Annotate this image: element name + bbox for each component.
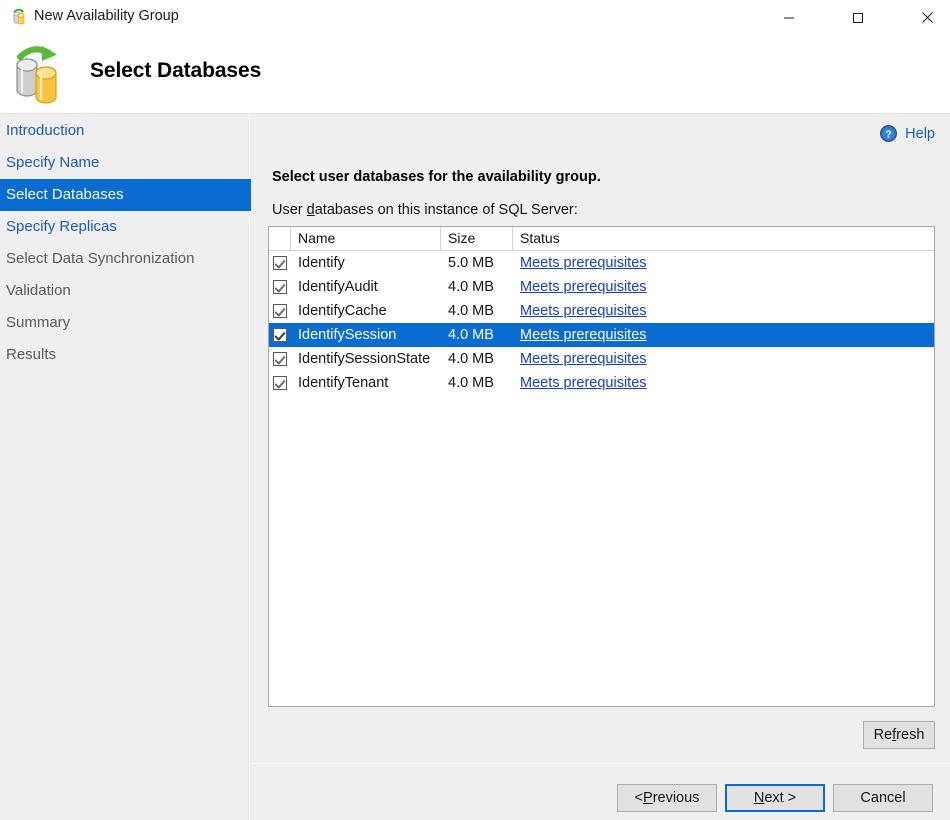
wizard-footer: < Previous Next > Cancel [251, 763, 950, 820]
status-link[interactable]: Meets prerequisites [520, 279, 647, 295]
status-link[interactable]: Meets prerequisites [520, 351, 647, 367]
instruction-heading: Select user databases for the availabili… [272, 169, 601, 185]
list-label-after: atabases on this instance of SQL Server: [314, 202, 578, 218]
row-checkbox-cell[interactable] [269, 280, 291, 294]
minimize-icon [784, 17, 794, 18]
row-checkbox-cell[interactable] [269, 256, 291, 270]
list-label-accesskey: d [306, 202, 315, 218]
database-size: 4.0 MB [448, 327, 494, 343]
list-label-before: User [272, 202, 307, 218]
svg-text:?: ? [886, 129, 892, 140]
database-size: 4.0 MB [448, 279, 494, 295]
database-checkbox[interactable] [273, 304, 287, 318]
database-size: 4.0 MB [448, 303, 494, 319]
close-icon [921, 12, 933, 23]
help-label: Help [905, 125, 935, 142]
database-checkbox[interactable] [273, 352, 287, 366]
database-checkbox[interactable] [273, 376, 287, 390]
database-checkbox[interactable] [273, 280, 287, 294]
content-panel: ? Help Select user databases for the ava… [251, 115, 950, 763]
page-banner: Select Databases [0, 35, 950, 114]
databases-listbox[interactable]: Name Size Status Identify 5.0 MB Meets p… [268, 226, 935, 707]
column-header-size[interactable]: Size [441, 227, 513, 250]
column-header-name[interactable]: Name [291, 227, 441, 250]
cancel-label: Cancel [860, 790, 906, 806]
sidebar-item-select-data-synchronization: Select Data Synchronization [6, 250, 195, 267]
wizard-window: New Availability Group Select Databases … [0, 0, 950, 820]
table-row[interactable]: IdentifyTenant 4.0 MB Meets prerequisite… [269, 371, 934, 395]
database-name: IdentifyCache [298, 303, 387, 319]
database-checkbox[interactable] [273, 328, 287, 342]
previous-accesskey: P [643, 790, 653, 806]
sidebar-item-results: Results [6, 346, 57, 363]
table-header-row: Name Size Status [269, 227, 934, 251]
column-header-status[interactable]: Status [513, 227, 934, 250]
previous-label-before: < [634, 790, 644, 806]
database-status-cell: Meets prerequisites [513, 279, 934, 295]
database-size: 5.0 MB [448, 255, 494, 271]
table-row[interactable]: IdentifySessionState 4.0 MB Meets prereq… [269, 347, 934, 371]
database-status-cell: Meets prerequisites [513, 255, 934, 271]
database-name: Identify [298, 255, 345, 271]
database-status-cell: Meets prerequisites [513, 375, 934, 391]
next-button[interactable]: Next > [725, 784, 825, 812]
table-row[interactable]: IdentifyAudit 4.0 MB Meets prerequisites [269, 275, 934, 299]
status-link[interactable]: Meets prerequisites [520, 303, 647, 319]
title-bar: New Availability Group [0, 0, 950, 35]
status-link[interactable]: Meets prerequisites [520, 375, 647, 391]
page-title: Select Databases [90, 59, 262, 82]
database-status-cell: Meets prerequisites [513, 303, 934, 319]
database-status-cell: Meets prerequisites [513, 327, 934, 343]
row-checkbox-cell[interactable] [269, 352, 291, 366]
table-row-selected[interactable]: IdentifySession 4.0 MB Meets prerequisit… [269, 323, 934, 347]
help-circle-icon: ? [880, 125, 898, 142]
refresh-label-before: Re [873, 727, 893, 743]
status-link[interactable]: Meets prerequisites [520, 327, 647, 343]
table-row[interactable]: IdentifyCache 4.0 MB Meets prerequisites [269, 299, 934, 323]
wizard-steps-sidebar: Introduction Specify Name Select Databas… [0, 115, 255, 820]
previous-label-after: revious [652, 790, 700, 806]
maximize-icon [853, 12, 863, 23]
sidebar-item-validation: Validation [6, 282, 71, 299]
sidebar-item-select-databases[interactable]: Select Databases [0, 179, 255, 211]
help-link[interactable]: ? Help [880, 125, 935, 142]
sidebar-item-introduction[interactable]: Introduction [0, 115, 249, 147]
table-row[interactable]: Identify 5.0 MB Meets prerequisites [269, 251, 934, 275]
next-label-after: ext > [764, 790, 797, 806]
database-name: IdentifySession [298, 327, 397, 343]
database-checkbox[interactable] [273, 256, 287, 270]
database-replication-icon [8, 45, 76, 107]
previous-button[interactable]: < Previous [617, 784, 717, 812]
database-size: 4.0 MB [448, 375, 494, 391]
sidebar-item-summary: Summary [6, 314, 71, 331]
sidebar-item-specify-name[interactable]: Specify Name [0, 147, 249, 179]
sidebar-item-specify-replicas[interactable]: Specify Replicas [0, 211, 249, 243]
database-status-cell: Meets prerequisites [513, 351, 934, 367]
maximize-button[interactable] [835, 0, 881, 35]
close-button[interactable] [904, 0, 950, 35]
database-name: IdentifyTenant [298, 375, 389, 391]
refresh-button[interactable]: Re f resh [863, 721, 935, 749]
row-checkbox-cell[interactable] [269, 328, 291, 342]
column-header-checkbox[interactable] [269, 227, 291, 250]
next-accesskey: N [753, 790, 765, 806]
database-name: IdentifySessionState [298, 351, 431, 367]
window-title: New Availability Group [34, 8, 179, 24]
database-name: IdentifyAudit [298, 279, 378, 295]
database-size: 4.0 MB [448, 351, 494, 367]
list-label: User databases on this instance of SQL S… [272, 202, 578, 218]
refresh-label-after: resh [896, 727, 925, 743]
status-link[interactable]: Meets prerequisites [520, 255, 647, 271]
row-checkbox-cell[interactable] [269, 304, 291, 318]
minimize-button[interactable] [766, 0, 812, 35]
cancel-button[interactable]: Cancel [833, 784, 933, 812]
availability-group-icon [10, 8, 28, 26]
row-checkbox-cell[interactable] [269, 376, 291, 390]
